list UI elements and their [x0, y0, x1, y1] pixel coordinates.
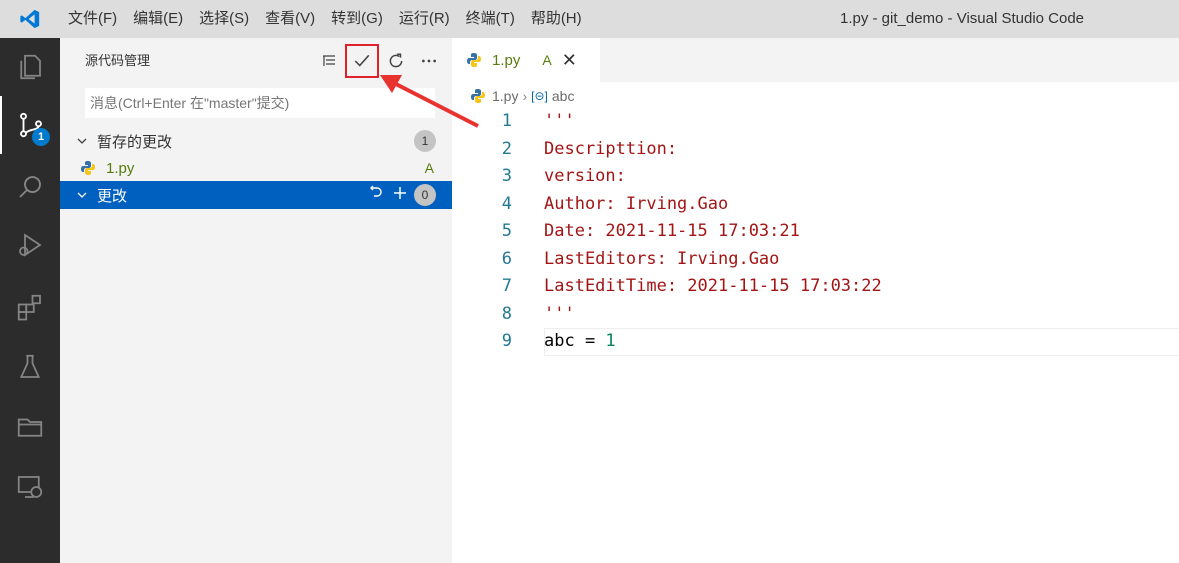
view-as-tree-button[interactable] [312, 45, 345, 77]
title-bar: 文件(F) 编辑(E) 选择(S) 查看(V) 转到(G) 运行(R) 终端(T… [0, 0, 1179, 38]
chevron-down-icon [76, 135, 92, 147]
sidebar-actions [312, 44, 445, 78]
source-control-icon[interactable]: 1 [0, 96, 60, 154]
code-line: 1 ''' [452, 108, 1179, 136]
code-line: 9 abc = 1 [452, 328, 1179, 356]
code-line: 3 version: [452, 163, 1179, 191]
line-number: 2 [501, 138, 512, 159]
editor-area: 1.py A ✕ 1.py › [⊝] abc 1 ''' 2 Descriptti… [452, 38, 1179, 563]
variable-symbol-icon: [⊝] [531, 89, 548, 103]
editor-tabs: 1.py A ✕ [452, 38, 1179, 82]
remote-explorer-icon[interactable] [0, 458, 60, 516]
staged-changes-label: 暂存的更改 [97, 133, 173, 151]
tab-status: A [542, 52, 552, 68]
breadcrumb: 1.py › [⊝] abc [470, 85, 574, 107]
line-text: Author: Irving.Gao [544, 193, 729, 214]
menu-edit[interactable]: 编辑(E) [125, 0, 191, 38]
code-number: 1 [605, 331, 616, 351]
testing-icon[interactable] [0, 338, 60, 396]
line-text: ''' [544, 111, 575, 131]
staged-file-name: 1.py [106, 159, 135, 177]
run-debug-icon[interactable] [0, 216, 60, 274]
line-text: Date: 2021-11-15 17:03:21 [544, 221, 800, 241]
line-text: LastEditTime: 2021-11-15 17:03:22 [544, 276, 882, 296]
changes-actions [368, 185, 408, 205]
activity-bar: 1 [0, 38, 60, 563]
menu-run[interactable]: 运行(R) [391, 0, 458, 38]
line-text: abc = 1 [544, 328, 616, 356]
line-text: Descripttion: [544, 138, 678, 159]
breadcrumb-symbol[interactable]: abc [552, 88, 575, 104]
explorer-icon[interactable] [0, 38, 60, 96]
commit-button[interactable] [345, 44, 379, 78]
menu-bar: 文件(F) 编辑(E) 选择(S) 查看(V) 转到(G) 运行(R) 终端(T… [60, 0, 590, 38]
python-file-icon [470, 88, 486, 104]
line-text: ''' [544, 303, 575, 324]
menu-go[interactable]: 转到(G) [323, 0, 391, 38]
line-text: version: [544, 166, 626, 186]
breadcrumb-file[interactable]: 1.py [492, 88, 518, 104]
window-title: 1.py - git_demo - Visual Studio Code [840, 10, 1085, 27]
sidebar-title: 源代码管理 [85, 53, 151, 68]
close-icon[interactable]: ✕ [562, 50, 577, 71]
folder-icon[interactable] [0, 398, 60, 456]
scm-badge: 1 [32, 128, 50, 146]
code-line: 6 LastEditors: Irving.Gao [452, 246, 1179, 274]
refresh-button[interactable] [379, 45, 412, 77]
stage-all-icon[interactable] [392, 185, 408, 205]
menu-help[interactable]: 帮助(H) [523, 0, 590, 38]
chevron-right-icon: › [522, 88, 528, 104]
search-icon[interactable] [0, 158, 60, 216]
line-text: LastEditors: Irving.Gao [544, 248, 780, 269]
line-number: 9 [501, 331, 512, 351]
menu-view[interactable]: 查看(V) [257, 0, 323, 38]
commit-message-input[interactable] [85, 88, 435, 118]
line-number: 1 [501, 111, 512, 131]
changes-count-badge: 0 [414, 184, 436, 206]
code-line: 7 LastEditTime: 2021-11-15 17:03:22 [452, 273, 1179, 301]
code-editor[interactable]: 1 ''' 2 Descripttion: 3 version: 4 Author: I… [452, 108, 1179, 356]
code-line: 4 Author: Irving.Gao [452, 191, 1179, 219]
line-number: 6 [501, 248, 512, 269]
code-variable: abc = [544, 331, 606, 351]
staged-file-item[interactable]: 1.py A [60, 155, 452, 181]
discard-all-icon[interactable] [368, 185, 384, 205]
line-number: 8 [501, 303, 512, 324]
changes-header[interactable]: 更改 0 [60, 181, 452, 209]
file-status-added: A [424, 160, 434, 176]
source-control-sidebar: 源代码管理 暂存的更改 1 1.py A 更改 [60, 38, 452, 563]
python-file-icon [466, 52, 482, 68]
staged-changes-header[interactable]: 暂存的更改 1 [60, 128, 452, 154]
code-line: 5 Date: 2021-11-15 17:03:21 [452, 218, 1179, 246]
python-file-icon [80, 160, 96, 176]
line-number: 4 [501, 193, 512, 214]
line-number: 5 [501, 221, 512, 241]
line-number: 3 [501, 166, 512, 186]
code-line: 8 ''' [452, 301, 1179, 329]
menu-selection[interactable]: 选择(S) [191, 0, 257, 38]
tab-label: 1.py [492, 51, 521, 69]
extensions-icon[interactable] [0, 278, 60, 336]
chevron-down-icon [76, 189, 92, 201]
code-line: 2 Descripttion: [452, 136, 1179, 164]
line-number: 7 [501, 276, 512, 296]
vscode-logo-icon [0, 0, 60, 38]
tab-1-py[interactable]: 1.py A ✕ [452, 38, 600, 82]
menu-file[interactable]: 文件(F) [60, 0, 125, 38]
more-actions-button[interactable] [412, 45, 445, 77]
changes-label: 更改 [97, 187, 128, 205]
staged-count-badge: 1 [414, 130, 436, 152]
menu-terminal[interactable]: 终端(T) [458, 0, 523, 38]
